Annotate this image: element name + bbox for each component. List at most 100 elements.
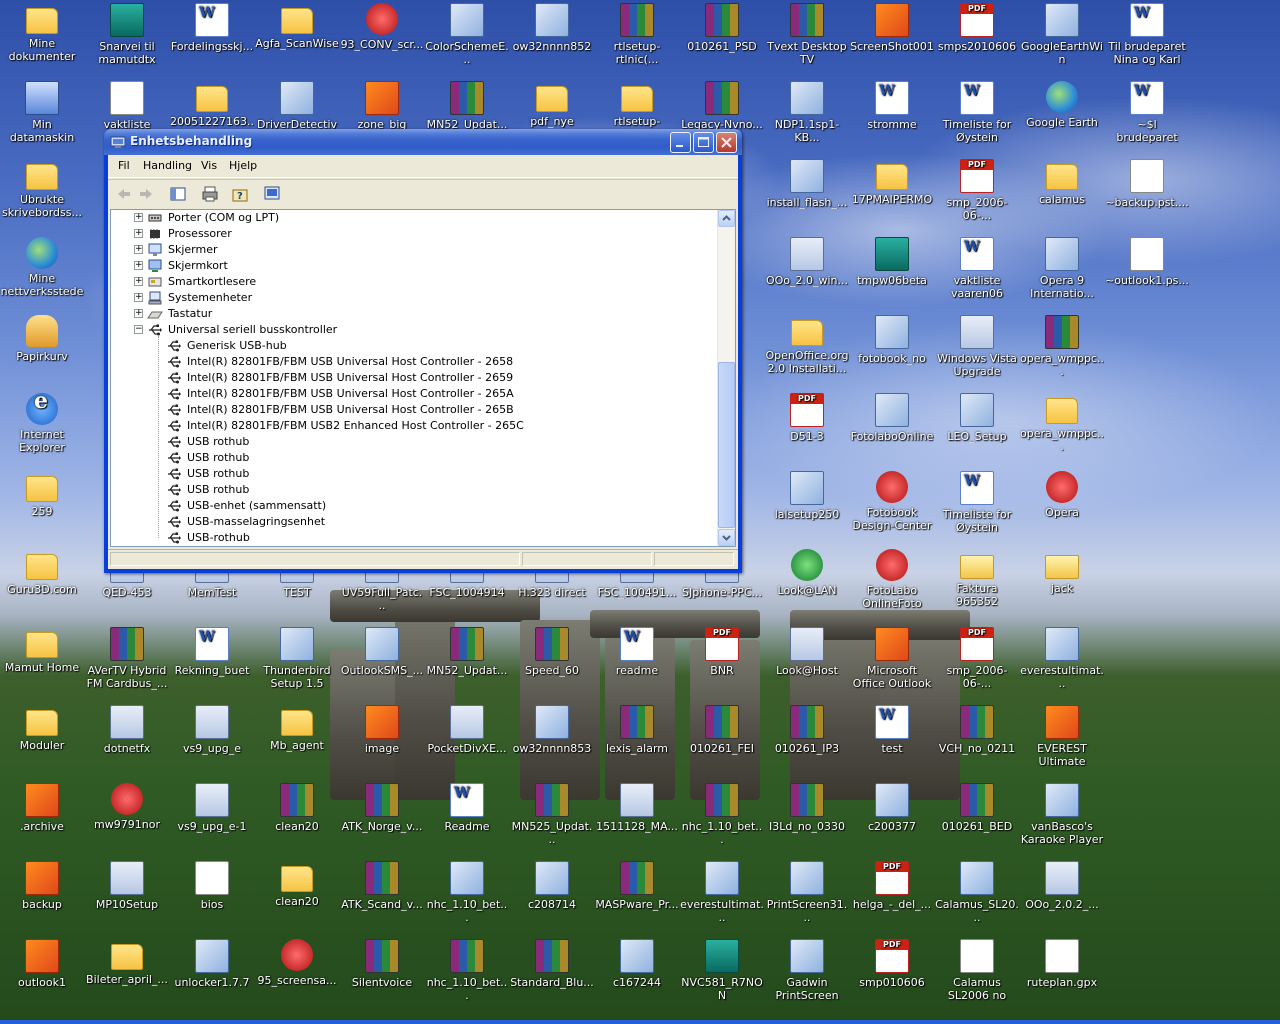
tree-category[interactable]: − Universal seriell busskontroller bbox=[111, 322, 711, 338]
desktop-icon[interactable]: zone_big bbox=[340, 81, 424, 131]
desktop-icon[interactable]: nhc_1.10_bet... bbox=[680, 783, 764, 846]
title-bar[interactable]: Enhetsbehandling bbox=[104, 129, 742, 155]
desktop-icon[interactable]: Timeliste for Øystein Moltu... bbox=[935, 471, 1019, 534]
properties-button[interactable]: ? bbox=[230, 184, 250, 204]
desktop-icon[interactable]: test bbox=[850, 705, 934, 755]
desktop-icon[interactable]: everestultimat... bbox=[1020, 627, 1104, 690]
desktop-icon[interactable]: BNR bbox=[680, 627, 764, 677]
desktop-icon[interactable]: Look@Host bbox=[765, 627, 849, 677]
desktop-icon[interactable]: 259 bbox=[0, 471, 84, 518]
tree-device[interactable]: Intel(R) 82801FB/FBM USB Universal Host … bbox=[111, 370, 711, 386]
desktop-icon[interactable]: mw9791nor bbox=[85, 783, 169, 831]
expand-toggle[interactable]: + bbox=[134, 261, 143, 270]
tree-category[interactable]: + Prosessorer bbox=[111, 226, 711, 242]
desktop-icon[interactable]: 010261_FEI bbox=[680, 705, 764, 755]
desktop-icon[interactable]: smps2010606 bbox=[935, 3, 1019, 53]
desktop-icon[interactable]: Mine dokumenter bbox=[0, 3, 84, 63]
expand-toggle[interactable]: + bbox=[134, 277, 143, 286]
desktop-icon[interactable]: dotnetfx bbox=[85, 705, 169, 755]
desktop-icon[interactable]: smp_2006-06-... bbox=[935, 627, 1019, 690]
desktop-icon[interactable]: outlook1 bbox=[0, 939, 84, 989]
desktop-icon[interactable]: MN52_Updat... bbox=[425, 81, 509, 131]
forward-button[interactable] bbox=[136, 184, 156, 204]
desktop-icon[interactable]: ScreenShot001 bbox=[850, 3, 934, 53]
desktop-icon[interactable]: vaktliste vaaren06 bbox=[935, 237, 1019, 300]
desktop-icon[interactable]: MP10Setup bbox=[85, 861, 169, 911]
desktop-icon[interactable]: VCH_no_0211 bbox=[935, 705, 1019, 755]
menu-vis[interactable]: Vis bbox=[201, 159, 217, 172]
desktop-icon[interactable]: OutlookSMS_... bbox=[340, 627, 424, 677]
menu-fil[interactable]: Fil bbox=[118, 159, 130, 172]
desktop-icon[interactable]: vanBasco's Karaoke Player bbox=[1020, 783, 1104, 846]
desktop-icon[interactable]: 93_CONV_scr... bbox=[340, 3, 424, 51]
tree-device[interactable]: USB-enhet (sammensatt) bbox=[111, 498, 711, 514]
tree-category[interactable]: + Porter (COM og LPT) bbox=[111, 210, 711, 226]
desktop-icon[interactable]: Legacy-Nvno... bbox=[680, 81, 764, 131]
desktop-icon[interactable]: Microsoft Office Outlook 2007... bbox=[850, 627, 934, 690]
desktop-icon[interactable]: ATK_Norge_v... bbox=[340, 783, 424, 833]
desktop-icon[interactable]: Timeliste for Øystein Moltu... bbox=[935, 81, 1019, 144]
desktop-icon[interactable]: lexis_alarm bbox=[595, 705, 679, 755]
menu-hjelp[interactable]: Hjelp bbox=[229, 159, 257, 172]
expand-toggle[interactable]: + bbox=[134, 293, 143, 302]
desktop-icon[interactable]: Calamus SL2006 no bbox=[935, 939, 1019, 1002]
tree-device[interactable]: Intel(R) 82801FB/FBM USB Universal Host … bbox=[111, 402, 711, 418]
tree-device[interactable]: Intel(R) 82801FB/FBM USB2 Enhanced Host … bbox=[111, 418, 711, 434]
desktop-icon[interactable]: MN52_Updat... bbox=[425, 627, 509, 677]
tree-device[interactable]: USB rothub bbox=[111, 482, 711, 498]
desktop-icon[interactable]: D51-3 bbox=[765, 393, 849, 443]
desktop-icon[interactable]: PocketDivXE... bbox=[425, 705, 509, 755]
desktop-icon[interactable]: PrintScreen31... bbox=[765, 861, 849, 924]
desktop-icon[interactable]: Opera 9 Internatio... bbox=[1020, 237, 1104, 300]
desktop-icon[interactable]: c208714 bbox=[510, 861, 594, 911]
desktop-icon[interactable]: .archive bbox=[0, 783, 84, 833]
desktop-icon[interactable]: Standard_Blu... bbox=[510, 939, 594, 989]
desktop-icon[interactable]: GoogleEarthWin bbox=[1020, 3, 1104, 66]
desktop-icon[interactable]: Bileter_april_... bbox=[85, 939, 169, 986]
desktop-icon[interactable]: Mine nettverkssteder bbox=[0, 237, 84, 298]
desktop-icon[interactable]: stromme bbox=[850, 81, 934, 131]
tree-device[interactable]: Intel(R) 82801FB/FBM USB Universal Host … bbox=[111, 386, 711, 402]
desktop-icon[interactable]: AVerTV Hybrid FM Cardbus_... bbox=[85, 627, 169, 690]
tree-device[interactable]: Generisk USB-hub bbox=[111, 338, 711, 354]
desktop-icon[interactable]: backup bbox=[0, 861, 84, 911]
desktop-icon[interactable]: FotoLabo OnlineFoto bbox=[850, 549, 934, 610]
desktop-icon[interactable]: rtlsetup-rtlnic(... bbox=[595, 3, 679, 66]
desktop-icon[interactable]: fotobook_no bbox=[850, 315, 934, 365]
tree-device[interactable]: USB rothub bbox=[111, 434, 711, 450]
desktop-icon[interactable]: Google Earth bbox=[1020, 81, 1104, 129]
desktop-icon[interactable]: ATK_Scand_v... bbox=[340, 861, 424, 911]
desktop-icon[interactable]: bios bbox=[170, 861, 254, 911]
desktop-icon[interactable]: Min datamaskin bbox=[0, 81, 84, 144]
desktop-icon[interactable]: 95_screensa... bbox=[255, 939, 339, 987]
minimize-button[interactable] bbox=[670, 132, 691, 153]
desktop-icon[interactable]: NVC581_R7NON bbox=[680, 939, 764, 1002]
expand-toggle[interactable]: + bbox=[134, 245, 143, 254]
desktop-icon[interactable]: vaktliste bbox=[85, 81, 169, 131]
desktop-icon[interactable]: MASPware_Pr... bbox=[595, 861, 679, 911]
scan-hardware-button[interactable] bbox=[262, 184, 282, 204]
desktop-icon[interactable]: OOo_2.0.2_... bbox=[1020, 861, 1104, 911]
desktop-icon[interactable]: 1511128_MA... bbox=[595, 783, 679, 833]
desktop-icon[interactable]: Opera bbox=[1020, 471, 1104, 519]
desktop-icon[interactable]: ColorSchemeE... bbox=[425, 3, 509, 66]
desktop-icon[interactable]: Silentvoice bbox=[340, 939, 424, 989]
desktop-icon[interactable]: ow32nnnn853 bbox=[510, 705, 594, 755]
desktop-icon[interactable]: OOo_2.0_win... bbox=[765, 237, 849, 287]
desktop-icon[interactable]: OpenOffice.org 2.0 Installati... bbox=[765, 315, 849, 375]
desktop-icon[interactable]: 010261_BED bbox=[935, 783, 1019, 833]
desktop-icon[interactable]: Faktura 965352 bbox=[935, 549, 1019, 608]
desktop-icon[interactable]: clean20 bbox=[255, 861, 339, 908]
scroll-thumb[interactable] bbox=[718, 362, 735, 528]
desktop-icon[interactable]: ow32nnnn852 bbox=[510, 3, 594, 53]
desktop-icon[interactable]: opera_wmppc... bbox=[1020, 315, 1104, 378]
desktop-icon[interactable]: Thunderbird Setup 1.5 bbox=[255, 627, 339, 690]
desktop-icon[interactable]: c167244 bbox=[595, 939, 679, 989]
desktop-icon[interactable]: Windows Vista Upgrade Advisor bbox=[935, 315, 1019, 378]
tree-device[interactable]: USB rothub bbox=[111, 450, 711, 466]
maximize-button[interactable] bbox=[693, 132, 714, 153]
expand-toggle[interactable]: + bbox=[134, 309, 143, 318]
desktop-icon[interactable]: I3Ld_no_0330 bbox=[765, 783, 849, 833]
device-manager-window[interactable]: Enhetsbehandling Fil Handling Vis Hjelp bbox=[104, 129, 742, 573]
scroll-down-button[interactable] bbox=[718, 529, 735, 546]
